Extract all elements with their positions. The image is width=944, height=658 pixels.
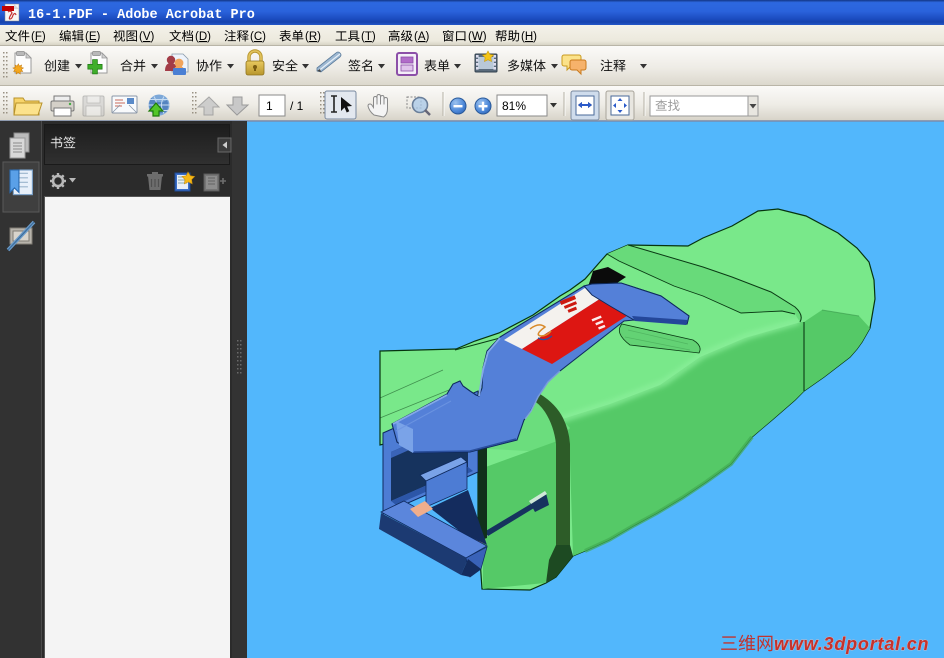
- svg-text:www.3dportal.cn: www.3dportal.cn: [774, 634, 929, 654]
- svg-text:(V): (V): [139, 31, 155, 43]
- svg-text:16-1.PDF - Adobe Acrobat Pro: 16-1.PDF - Adobe Acrobat Pro: [28, 8, 255, 23]
- svg-text:81%: 81%: [502, 99, 526, 113]
- svg-text:(C): (C): [250, 31, 266, 43]
- svg-text:(H): (H): [521, 31, 537, 43]
- svg-text:1: 1: [266, 99, 273, 113]
- svg-text:(D): (D): [195, 31, 211, 43]
- svg-text:(R): (R): [305, 31, 321, 43]
- svg-text:(F): (F): [31, 31, 46, 43]
- svg-text:(A): (A): [414, 31, 430, 43]
- svg-text:(W): (W): [468, 31, 487, 43]
- svg-text:/ 1: / 1: [290, 99, 304, 113]
- svg-text:(E): (E): [85, 31, 101, 43]
- svg-text:(T): (T): [361, 31, 376, 43]
